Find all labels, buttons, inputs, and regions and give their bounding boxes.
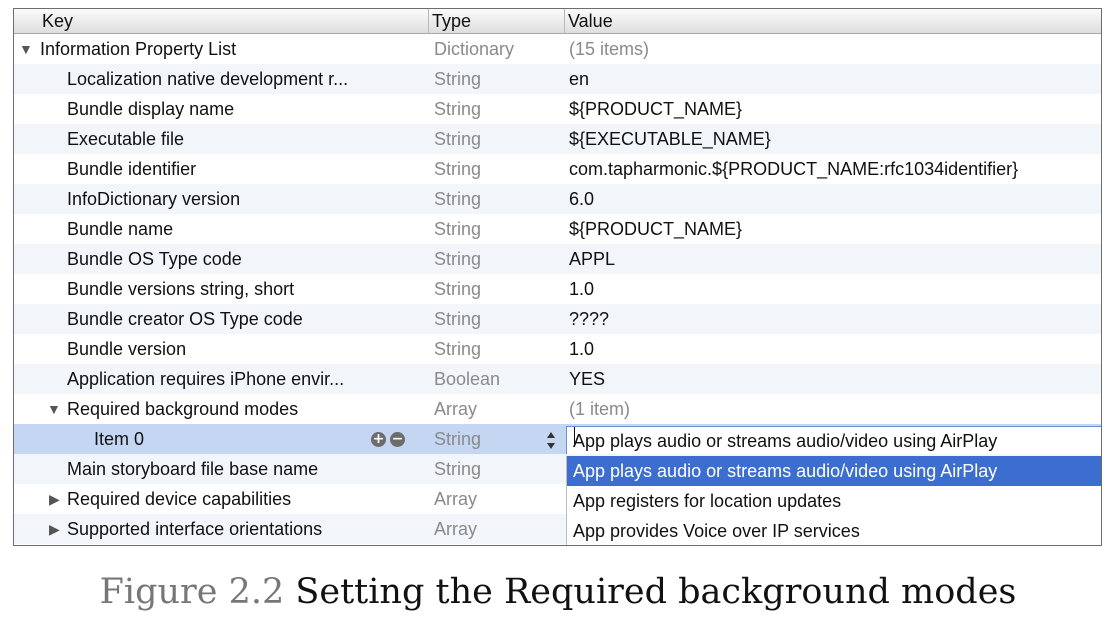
row-key: Bundle identifier [67,159,197,179]
row-value: (1 item) [569,399,631,419]
plist-row[interactable]: Localization native development r... Str… [14,64,1101,94]
figure-caption-text: Setting the Required background modes [295,572,1017,612]
value-edit-field[interactable]: App plays audio or streams audio/video u… [566,426,1101,456]
row-key: Main storyboard file base name [67,459,319,479]
row-key: Bundle OS Type code [67,249,242,269]
column-header-type[interactable]: Type [432,9,471,33]
dropdown-option[interactable]: App plays audio or streams audio/video u… [567,456,1101,486]
figure-caption: Figure 2.2 Setting the Required backgrou… [0,572,1116,612]
row-key: Bundle name [67,219,174,239]
row-type[interactable]: String [434,64,564,94]
row-value[interactable]: com.tapharmonic.${PRODUCT_NAME:rfc1034id… [569,154,1099,184]
row-value[interactable]: ???? [569,304,1099,334]
minus-circle-icon[interactable]: − [390,432,405,447]
row-key: Bundle version [67,339,187,359]
row-key: Supported interface orientations [67,519,323,539]
row-value[interactable]: ${PRODUCT_NAME} [569,214,1099,244]
row-type[interactable]: String [434,334,564,364]
row-key: Bundle creator OS Type code [67,309,303,329]
row-key: Bundle display name [67,99,235,119]
row-value[interactable]: ${EXECUTABLE_NAME} [569,124,1099,154]
row-type[interactable]: Array [434,514,564,544]
plist-row[interactable]: Bundle creator OS Type code String ???? [14,304,1101,334]
plist-row[interactable]: Application requires iPhone envir... Boo… [14,364,1101,394]
dropdown-option[interactable]: App provides Voice over IP services [567,516,1101,545]
column-divider[interactable] [564,9,565,33]
row-key: Information Property List [40,39,237,59]
disclosure-triangle-expanded-icon[interactable]: ▼ [47,394,63,424]
row-value: (15 items) [569,39,650,59]
text-caret [574,427,575,447]
row-type[interactable]: String [434,94,564,124]
row-key: Required background modes [67,399,299,419]
plist-row[interactable]: Bundle display name String ${PRODUCT_NAM… [14,94,1101,124]
row-type[interactable]: String [434,274,564,304]
row-type[interactable]: Array [434,484,564,514]
disclosure-triangle-collapsed-icon[interactable]: ▶ [49,514,65,544]
row-key: Bundle versions string, short [67,279,295,299]
row-value[interactable]: 1.0 [569,334,1099,364]
row-type[interactable]: String [434,244,564,274]
column-divider[interactable] [428,9,429,33]
row-key: Executable file [67,129,185,149]
column-header-value[interactable]: Value [568,9,613,33]
dropdown-option[interactable]: App registers for location updates [567,486,1101,516]
row-key: InfoDictionary version [67,189,241,209]
plist-row-required-background-modes[interactable]: ▼ Required background modes Array (1 ite… [14,394,1101,424]
row-type[interactable]: Boolean [434,364,564,394]
disclosure-triangle-expanded-icon[interactable]: ▼ [19,34,35,64]
row-value[interactable]: ${PRODUCT_NAME} [569,94,1099,124]
plus-circle-icon[interactable]: + [371,432,386,447]
plist-editor: Key Type Value ▼ Information Property Li… [13,8,1102,546]
plist-row[interactable]: InfoDictionary version String 6.0 [14,184,1101,214]
row-type[interactable]: String [434,454,564,484]
plist-row[interactable]: Bundle versions string, short String 1.0 [14,274,1101,304]
row-type[interactable]: String [434,304,564,334]
plist-row[interactable]: Executable file String ${EXECUTABLE_NAME… [14,124,1101,154]
disclosure-triangle-collapsed-icon[interactable]: ▶ [49,484,65,514]
row-key: Required device capabilities [67,489,292,509]
plist-row[interactable]: Bundle OS Type code String APPL [14,244,1101,274]
value-edit-text: App plays audio or streams audio/video u… [573,431,998,451]
plist-row[interactable]: Bundle name String ${PRODUCT_NAME} [14,214,1101,244]
row-type[interactable]: String [434,154,564,184]
column-header: Key Type Value [14,9,1101,34]
plist-row-information-property-list[interactable]: ▼ Information Property List Dictionary (… [14,34,1101,64]
row-key: Application requires iPhone envir... [67,369,345,389]
row-type[interactable]: Dictionary [434,34,564,64]
up-down-stepper-icon[interactable] [544,428,558,454]
figure-number: Figure 2.2 [99,572,285,612]
row-value[interactable]: YES [569,364,1099,394]
row-type[interactable]: String [434,124,564,154]
row-value[interactable]: 6.0 [569,184,1099,214]
plist-row[interactable]: Bundle version String 1.0 [14,334,1101,364]
plist-row[interactable]: Bundle identifier String com.tapharmonic… [14,154,1101,184]
row-type[interactable]: String [434,214,564,244]
row-type[interactable]: String [434,184,564,214]
value-dropdown-menu: App plays audio or streams audio/video u… [566,456,1101,545]
row-key: Localization native development r... [67,69,349,89]
row-value[interactable]: en [569,64,1099,94]
row-value[interactable]: APPL [569,244,1099,274]
row-value[interactable]: 1.0 [569,274,1099,304]
row-type[interactable]: Array [434,394,564,424]
column-header-key[interactable]: Key [42,9,73,33]
